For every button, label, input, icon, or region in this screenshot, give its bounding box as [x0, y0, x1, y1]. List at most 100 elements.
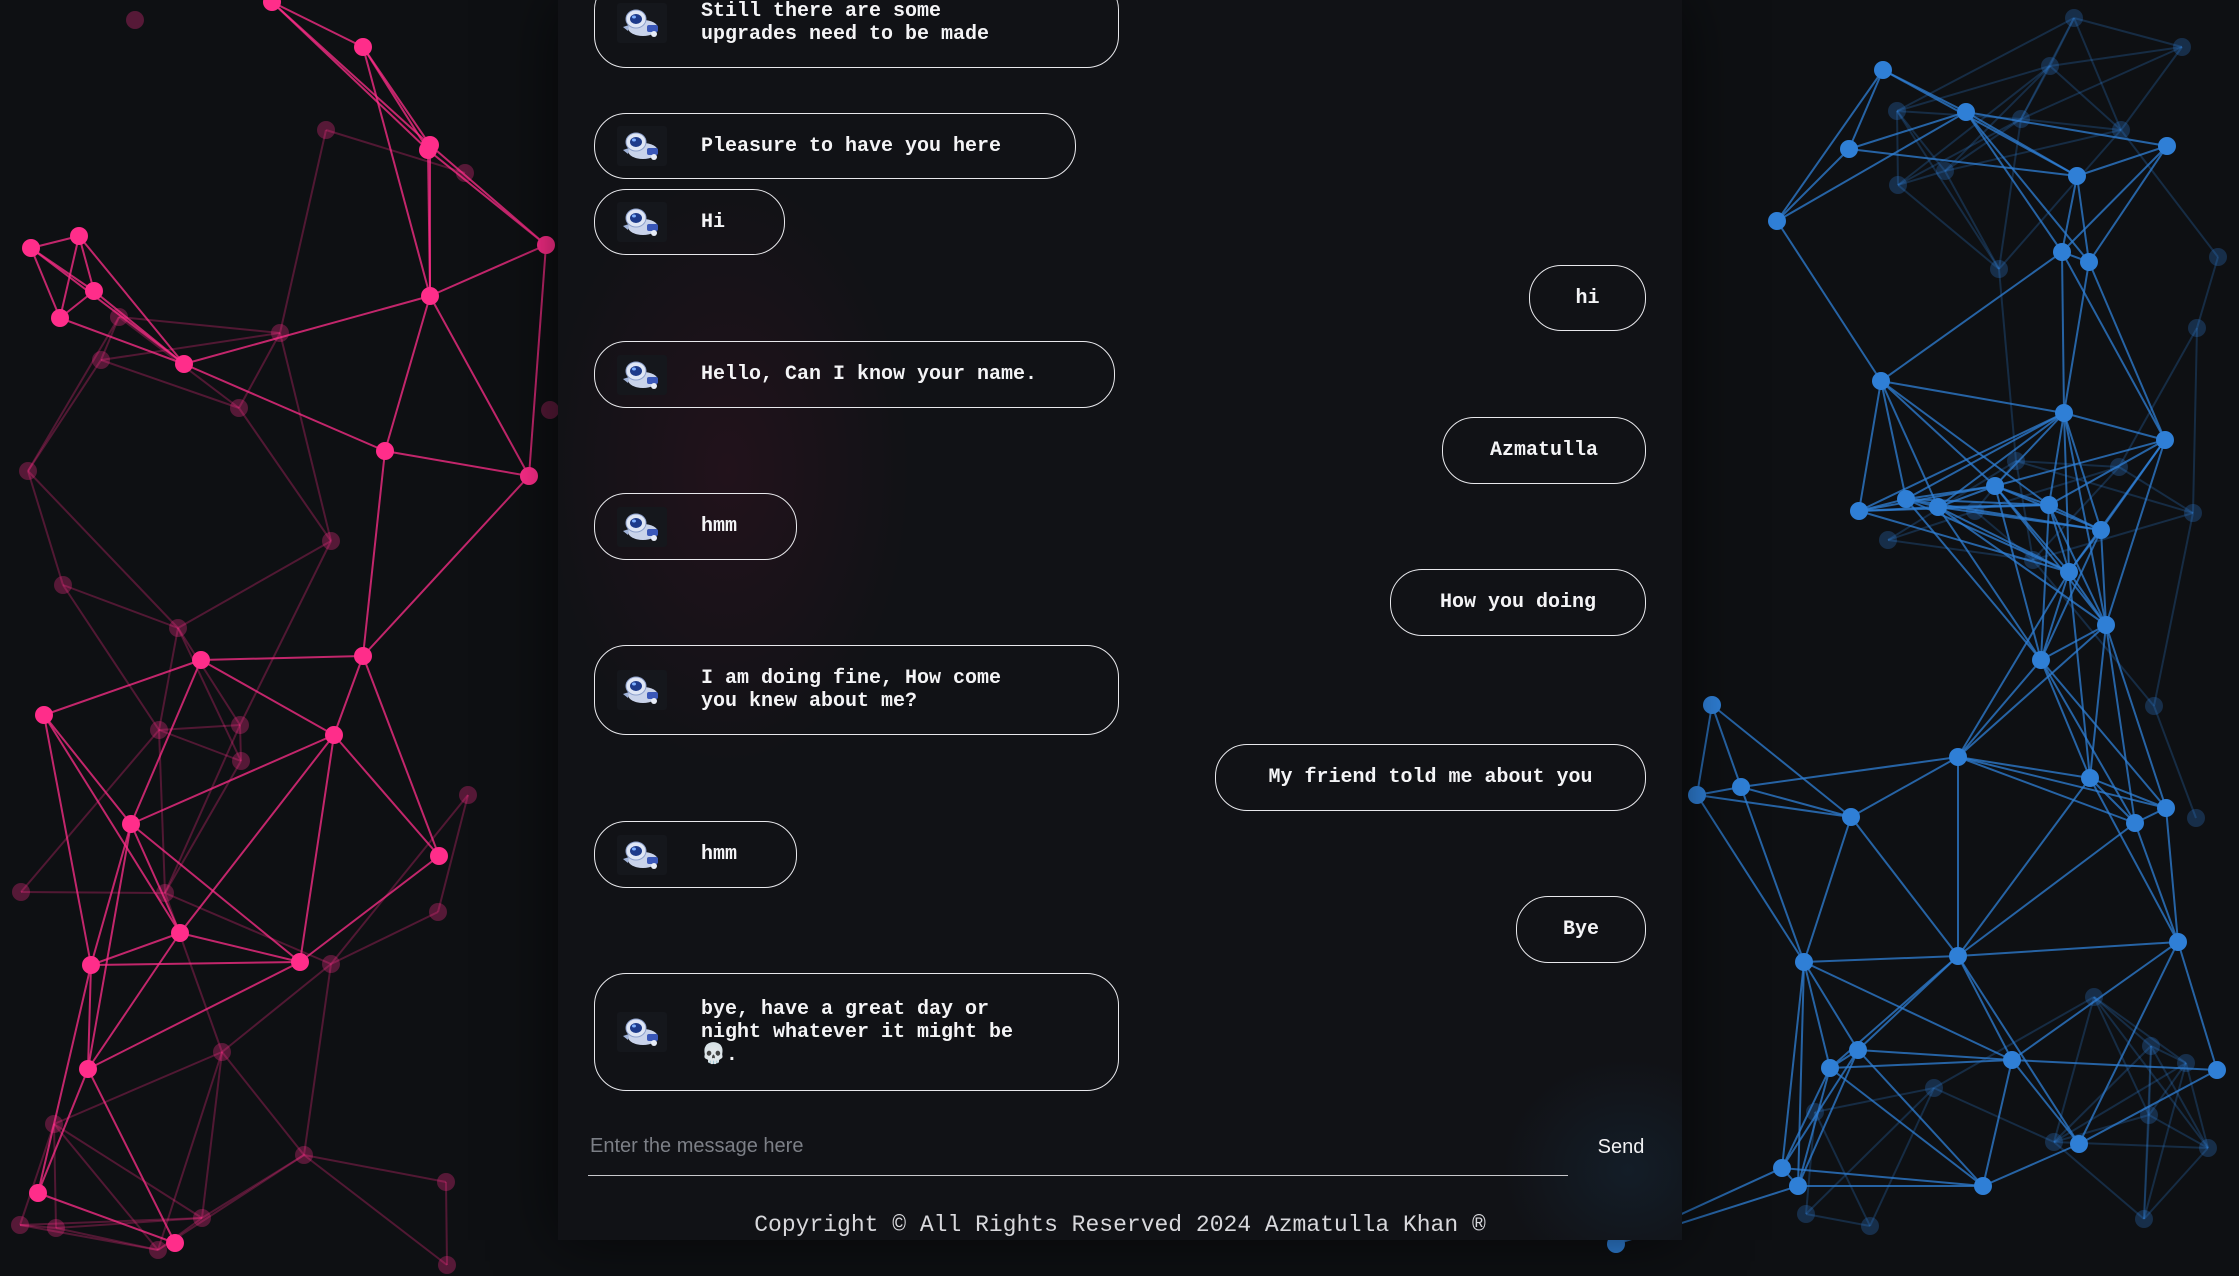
network-line	[201, 1051, 223, 1219]
network-line	[2049, 65, 2122, 131]
network-line	[528, 244, 547, 477]
network-line	[2088, 145, 2168, 263]
network-node	[1897, 490, 1915, 508]
user-message: hi	[1529, 265, 1646, 331]
network-line	[1805, 1087, 1935, 1215]
network-node	[169, 619, 187, 637]
network-node	[2097, 616, 2115, 634]
network-line	[2177, 941, 2218, 1071]
network-line	[303, 963, 332, 1156]
network-node	[122, 815, 140, 833]
network-line	[90, 961, 301, 966]
network-node	[2055, 404, 2073, 422]
network-line	[27, 470, 179, 629]
network-node	[2065, 9, 2083, 27]
network-node	[193, 1209, 211, 1227]
network-node	[271, 324, 289, 342]
network-node	[2085, 988, 2103, 1006]
network-node	[1806, 1103, 1824, 1121]
network-node	[437, 1173, 455, 1191]
network-node	[1773, 1159, 1791, 1177]
network-line	[1829, 1059, 2013, 1069]
network-line	[1696, 794, 1805, 963]
message-input[interactable]	[588, 1118, 1568, 1176]
message-text: How you doing	[1439, 591, 1597, 614]
network-line	[271, 1, 429, 151]
network-node	[2003, 1051, 2021, 1069]
network-line	[333, 655, 364, 736]
network-line	[19, 1123, 55, 1226]
network-node	[1966, 502, 1984, 520]
network-line	[2120, 46, 2183, 131]
network-line	[100, 332, 281, 361]
network-line	[2040, 659, 2136, 824]
network-node	[126, 11, 144, 29]
network-node	[2041, 57, 2059, 75]
network-node	[322, 955, 340, 973]
network-node	[520, 467, 538, 485]
network-node	[1842, 808, 1860, 826]
message-text: My friend told me about you	[1268, 766, 1593, 789]
network-node	[1986, 477, 2004, 495]
network-line	[2053, 1141, 2145, 1220]
network-node	[1888, 102, 1906, 120]
network-node	[1821, 1059, 1839, 1077]
network-line	[87, 932, 181, 1070]
network-node	[2024, 551, 2042, 569]
network-node	[2188, 319, 2206, 337]
network-node	[421, 287, 439, 305]
network-line	[27, 316, 120, 472]
network-line	[1957, 756, 2091, 779]
network-node	[1974, 1177, 1992, 1195]
network-line	[1850, 756, 1959, 818]
network-line	[1803, 816, 1852, 963]
network-node	[2112, 121, 2130, 139]
network-node	[2081, 769, 2099, 787]
network-line	[200, 655, 364, 661]
network-node	[2060, 563, 2078, 581]
network-node	[82, 956, 100, 974]
network-node	[2045, 1133, 2063, 1151]
send-button[interactable]: Send	[1588, 1118, 1654, 1176]
message-text: Pleasure to have you here	[701, 134, 1002, 158]
network-line	[362, 655, 440, 857]
network-line	[27, 359, 102, 472]
network-line	[1957, 624, 2107, 758]
chat-history[interactable]: Still there are some upgrades need to be…	[558, 0, 1682, 1110]
network-node	[1957, 103, 1975, 121]
network-node	[2184, 504, 2202, 522]
astronaut-icon	[617, 1012, 667, 1052]
network-line	[90, 823, 132, 966]
network-line	[1957, 571, 2070, 758]
network-node	[1874, 61, 1892, 79]
network-node	[2158, 137, 2176, 155]
network-node	[2187, 809, 2205, 827]
network-node	[2126, 814, 2144, 832]
network-line	[384, 450, 530, 477]
network-node	[29, 1184, 47, 1202]
network-line	[1957, 659, 2042, 758]
network-node	[1879, 531, 1897, 549]
user-message: My friend told me about you	[1215, 744, 1646, 811]
network-node	[2135, 1210, 2153, 1228]
network-line	[299, 734, 335, 963]
network-node	[192, 651, 210, 669]
network-node	[2092, 521, 2110, 539]
network-line	[1957, 756, 2167, 809]
network-line	[1858, 380, 1882, 512]
network-node	[325, 726, 343, 744]
network-line	[164, 892, 332, 965]
astronaut-icon	[617, 670, 667, 710]
network-line	[62, 584, 179, 629]
network-node	[2070, 1135, 2088, 1153]
network-node	[1688, 786, 1706, 804]
network-line	[2063, 412, 2102, 531]
network-node	[35, 706, 53, 724]
network-line	[2192, 327, 2198, 514]
message-composer: Send	[588, 1118, 1668, 1178]
network-node	[2140, 1106, 2158, 1124]
network-node	[456, 164, 474, 182]
network-line	[221, 1051, 305, 1156]
network-line	[330, 794, 469, 965]
message-text: Hello, Can I know your name.	[701, 363, 1038, 386]
